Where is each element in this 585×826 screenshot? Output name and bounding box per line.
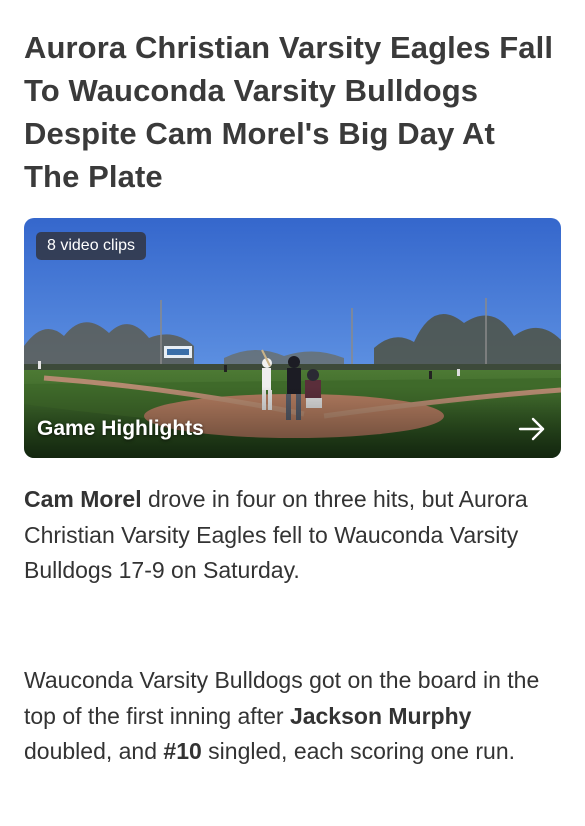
player-name-number-10: #10	[163, 738, 202, 764]
paragraph-2-text-part2: doubled, and	[24, 738, 164, 764]
arrow-right-icon[interactable]	[517, 416, 547, 442]
player-name-jackson-murphy: Jackson Murphy	[289, 702, 472, 729]
game-highlights-label: Game Highlights	[37, 417, 204, 440]
game-highlights-video-card[interactable]: 8 video clips Game Highlights	[24, 218, 561, 458]
article-page: Aurora Christian Varsity Eagles Fall To …	[0, 0, 585, 826]
video-clips-badge: 8 video clips	[36, 232, 147, 260]
paragraph-2-text-part3: singled, each scoring one run.	[201, 738, 516, 764]
article-paragraph-1: Cam Morel drove in four on three hits, b…	[24, 482, 554, 589]
article-paragraph-2: Wauconda Varsity Bulldogs got on the boa…	[24, 663, 554, 770]
article-headline: Aurora Christian Varsity Eagles Fall To …	[24, 30, 554, 194]
player-name-cam-morel: Cam Morel	[24, 486, 142, 512]
